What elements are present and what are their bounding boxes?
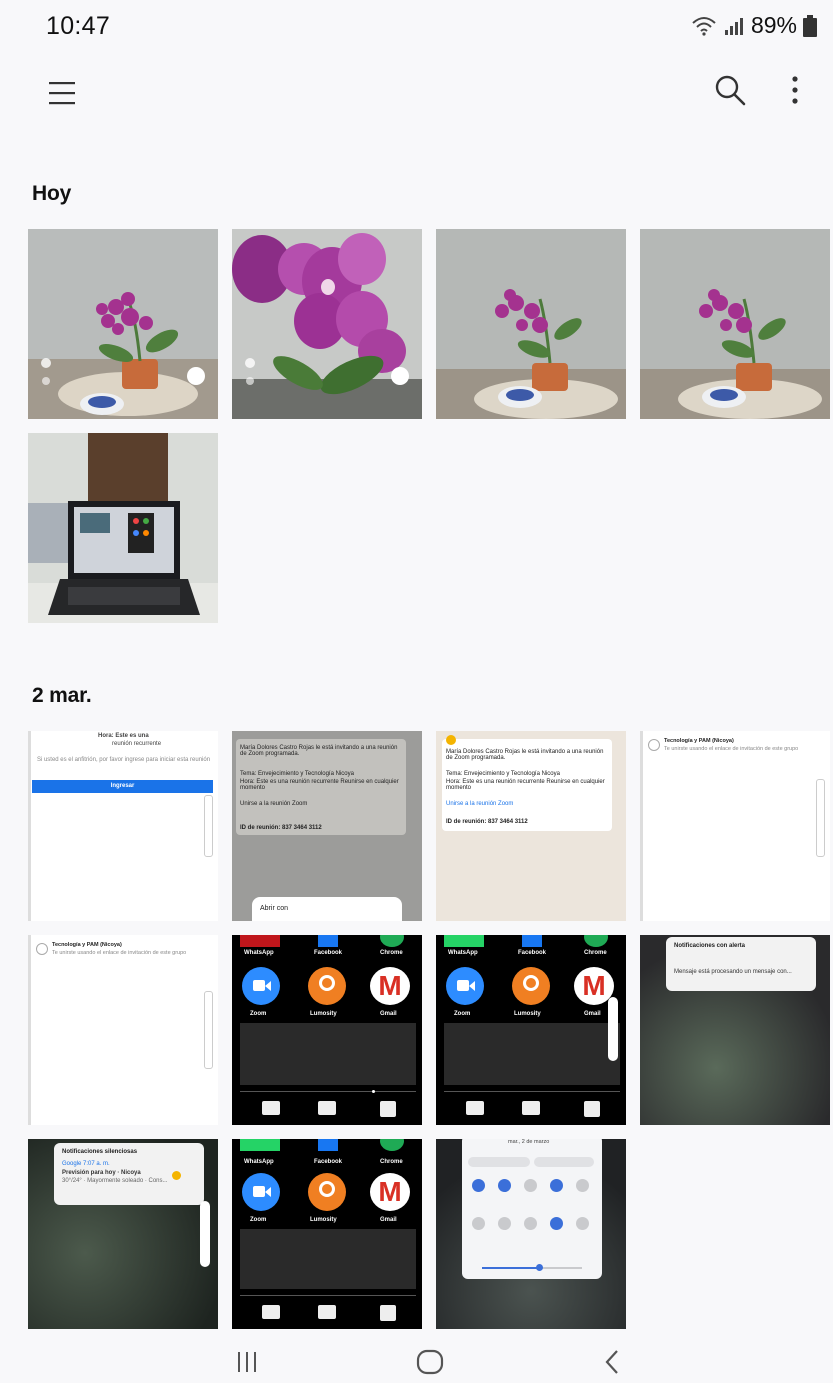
screenshot-content: Tecnología y PAM (Nicoya) Te unirste usa… [640, 731, 830, 921]
screenshot-content: María Dolores Castro Rojas le está invit… [232, 731, 422, 921]
thumb-text: Notificaciones silenciosas [62, 1149, 138, 1155]
thumb-text: Facebook [314, 950, 343, 956]
thumb-text: Tecnología y PAM (Nicoya) [52, 942, 122, 948]
screenshot-content: mar., 2 de marzo [436, 1139, 626, 1329]
wifi-icon [691, 15, 717, 37]
thumb-text: reunión recurrente [112, 741, 162, 747]
thumb-text: Abrir con [252, 897, 402, 921]
thumb-text: Lumosity [514, 1011, 541, 1017]
section-title-march-2: 2 mar. [32, 684, 92, 707]
screenshot-thumbnail[interactable]: WhatsApp Facebook Chrome Zoom Lumosity M… [232, 935, 422, 1125]
screenshot-content: Notificaciones con alerta Mensaje está p… [640, 935, 830, 1125]
search-icon[interactable] [712, 72, 748, 108]
thumb-text: Chrome [584, 950, 607, 956]
thumb-text: Zoom [250, 1217, 267, 1223]
battery-icon [803, 14, 817, 37]
thumb-text: Unirse a la reunión Zoom [446, 801, 514, 807]
thumb-text: Zoom [454, 1011, 471, 1017]
thumb-text: María Dolores Castro Rojas le está invit… [446, 749, 604, 761]
thumb-text: Unirse a la reunión Zoom [240, 801, 308, 807]
thumb-text: ID de reunión: 837 3464 3112 [240, 825, 322, 831]
thumb-text: Gmail [380, 1011, 397, 1017]
signal-icon [723, 15, 745, 37]
screenshot-content: WhatsApp Facebook Chrome Zoom Lumosity M… [436, 935, 626, 1125]
photo-thumbnail[interactable] [436, 229, 626, 419]
more-vertical-icon[interactable] [780, 72, 810, 108]
thumb-text: Chrome [380, 950, 403, 956]
thumb-text: Te unirste usando el enlace de invitació… [664, 746, 799, 752]
thumb-text: Te unirste usando el enlace de invitació… [52, 950, 187, 956]
thumb-text: Zoom [250, 1011, 267, 1017]
status-bar: 10:47 89% [0, 0, 833, 56]
screenshot-thumbnail[interactable]: WhatsApp Facebook Chrome Zoom Lumosity M… [232, 1139, 422, 1329]
screenshot-thumbnail[interactable]: Hora: Este es una reunión recurrente Si … [28, 731, 218, 921]
thumb-text: mar., 2 de marzo [508, 1139, 550, 1145]
photo-thumbnail[interactable] [640, 229, 830, 419]
thumb-text: María Dolores Castro Rojas le está invit… [240, 745, 398, 757]
battery-percent: 89% [750, 12, 797, 38]
thumb-text: Tema: Envejecimiento y Tecnología Nicoya [240, 771, 354, 777]
thumb-text: Tema: Envejecimiento y Tecnología Nicoya [446, 771, 560, 777]
home-icon[interactable] [400, 1340, 460, 1383]
thumb-text: Gmail [380, 1217, 397, 1223]
thumb-text: Ingresar [32, 780, 213, 793]
thumb-text: Facebook [518, 950, 547, 956]
screenshot-thumbnail[interactable]: mar., 2 de marzo [436, 1139, 626, 1329]
thumb-text: Facebook [314, 1159, 343, 1165]
thumb-text: Google 7:07 a. m. [62, 1161, 110, 1167]
navigation-bar [0, 1340, 833, 1383]
menu-icon[interactable] [46, 76, 80, 110]
thumb-text: WhatsApp [448, 950, 478, 956]
back-icon[interactable] [583, 1340, 643, 1383]
screenshot-thumbnail[interactable]: Tecnología y PAM (Nicoya) Te unirste usa… [640, 731, 830, 921]
screenshot-thumbnail[interactable]: Tecnología y PAM (Nicoya) Te unirste usa… [28, 935, 218, 1125]
thumb-text: WhatsApp [244, 1159, 274, 1165]
screenshot-thumbnail[interactable]: Notificaciones con alerta Mensaje está p… [640, 935, 830, 1125]
screenshot-thumbnail[interactable]: WhatsApp Facebook Chrome Zoom Lumosity M… [436, 935, 626, 1125]
screenshot-thumbnail[interactable]: María Dolores Castro Rojas le está invit… [436, 731, 626, 921]
thumb-text: Tecnología y PAM (Nicoya) [664, 738, 734, 744]
screenshot-content: Tecnología y PAM (Nicoya) Te unirste usa… [28, 935, 218, 1125]
thumb-text: Chrome [380, 1159, 403, 1165]
photo-thumbnail[interactable] [28, 229, 218, 419]
thumb-text: WhatsApp [244, 950, 274, 956]
thumb-text: Mensaje está procesando un mensaje con..… [674, 969, 792, 975]
screenshot-content: María Dolores Castro Rojas le está invit… [436, 731, 626, 921]
recent-apps-icon[interactable] [217, 1340, 277, 1383]
thumb-text: ID de reunión: 837 3464 3112 [446, 819, 528, 825]
thumb-text: Si usted es el anfitrión, por favor ingr… [36, 757, 211, 763]
thumb-text: Previsión para hoy · Nicoya [62, 1170, 141, 1176]
screenshot-thumbnail[interactable]: María Dolores Castro Rojas le está invit… [232, 731, 422, 921]
screenshot-content: WhatsApp Facebook Chrome Zoom Lumosity M… [232, 1139, 422, 1329]
thumb-text: Gmail [584, 1011, 601, 1017]
screenshot-content: Hora: Este es una reunión recurrente Si … [28, 731, 218, 921]
thumb-text: 30°/24° · Mayormente soleado · Cons... [62, 1178, 168, 1184]
thumb-text: Notificaciones con alerta [674, 943, 746, 949]
thumb-text: Hora: Este es una [98, 733, 149, 739]
screenshot-content: WhatsApp Facebook Chrome Zoom Lumosity M… [232, 935, 422, 1125]
photo-thumbnail[interactable] [28, 433, 218, 623]
photo-thumbnail[interactable] [232, 229, 422, 419]
app-bar [0, 56, 833, 136]
section-title-today: Hoy [32, 182, 72, 205]
thumb-text: Hora: Este es una reunión recurrente Reu… [240, 779, 399, 791]
thumb-text: Lumosity [310, 1217, 337, 1223]
status-time: 10:47 [46, 12, 111, 40]
thumb-text: Hora: Este es una reunión recurrente Reu… [446, 779, 605, 791]
screenshot-thumbnail[interactable]: Notificaciones silenciosas Google 7:07 a… [28, 1139, 218, 1329]
thumb-text: Lumosity [310, 1011, 337, 1017]
status-indicators: 89% [691, 12, 817, 39]
screenshot-content: Notificaciones silenciosas Google 7:07 a… [28, 1139, 218, 1329]
